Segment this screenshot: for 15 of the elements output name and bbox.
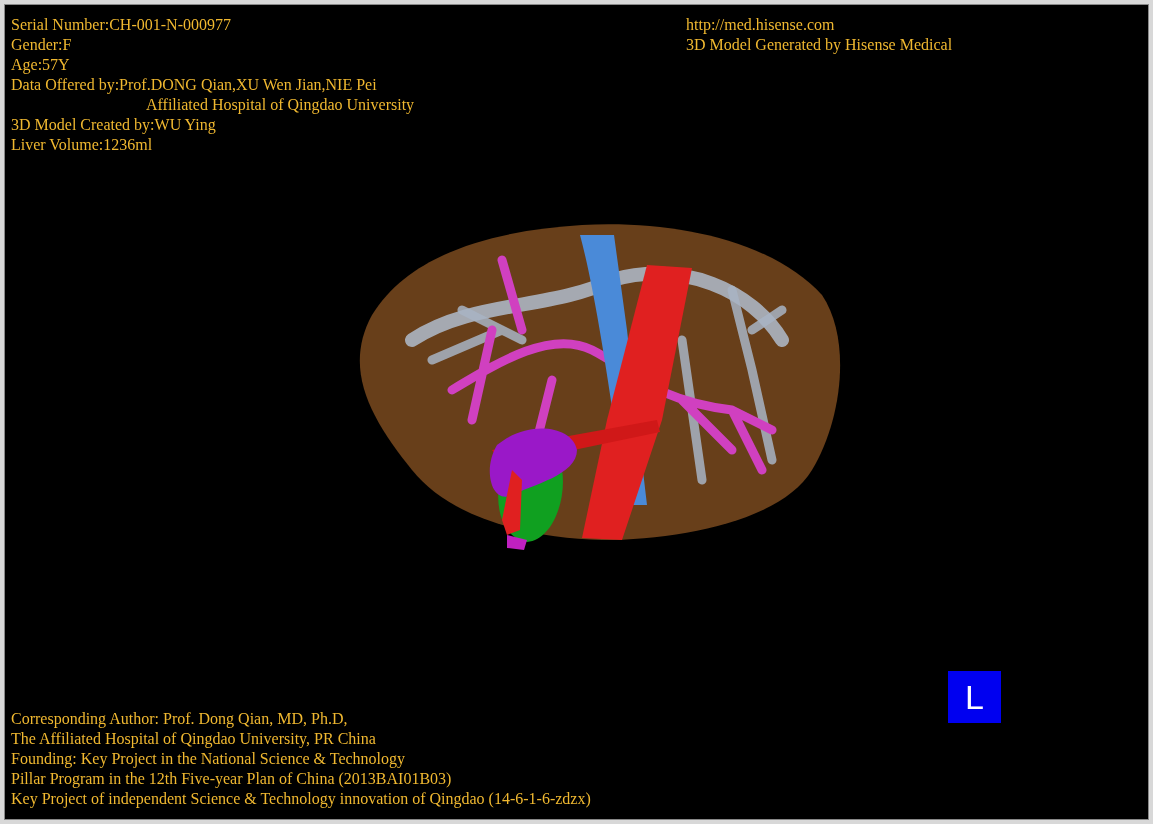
info-text: Gender:F <box>11 35 73 55</box>
info-text: Data Offered by:Prof.DONG Qian,XU Wen Jian,NIE Pei <box>11 75 378 95</box>
info-text: Key Project of independent Science & Technology innovation of Qingdao (14-6-1-6-zdzx) <box>11 789 592 809</box>
orientation-marker: L <box>948 671 1001 723</box>
info-text: 3D Model Generated by Hisense Medical <box>686 35 954 55</box>
info-text: Founding: Key Project in the National Science & Technology <box>11 749 407 769</box>
info-text: Pillar Program in the 12th Five-year Plan of China (2013BAI01B03) <box>11 769 453 789</box>
info-text: http://med.hisense.com <box>686 15 836 35</box>
info-text: The Affiliated Hospital of Qingdao University, PR China <box>11 729 377 749</box>
info-text: Affiliated Hospital of Qingdao University <box>145 95 415 115</box>
info-text: Age:57Y <box>11 55 71 75</box>
info-text: Serial Number:CH-001-N-000977 <box>11 15 232 35</box>
info-text: 3D Model Created by:WU Ying <box>11 115 217 135</box>
info-text: Liver Volume:1236ml <box>11 135 154 155</box>
info-text: Corresponding Author: Prof. Dong Qian, MD, Ph.D, <box>11 709 349 729</box>
